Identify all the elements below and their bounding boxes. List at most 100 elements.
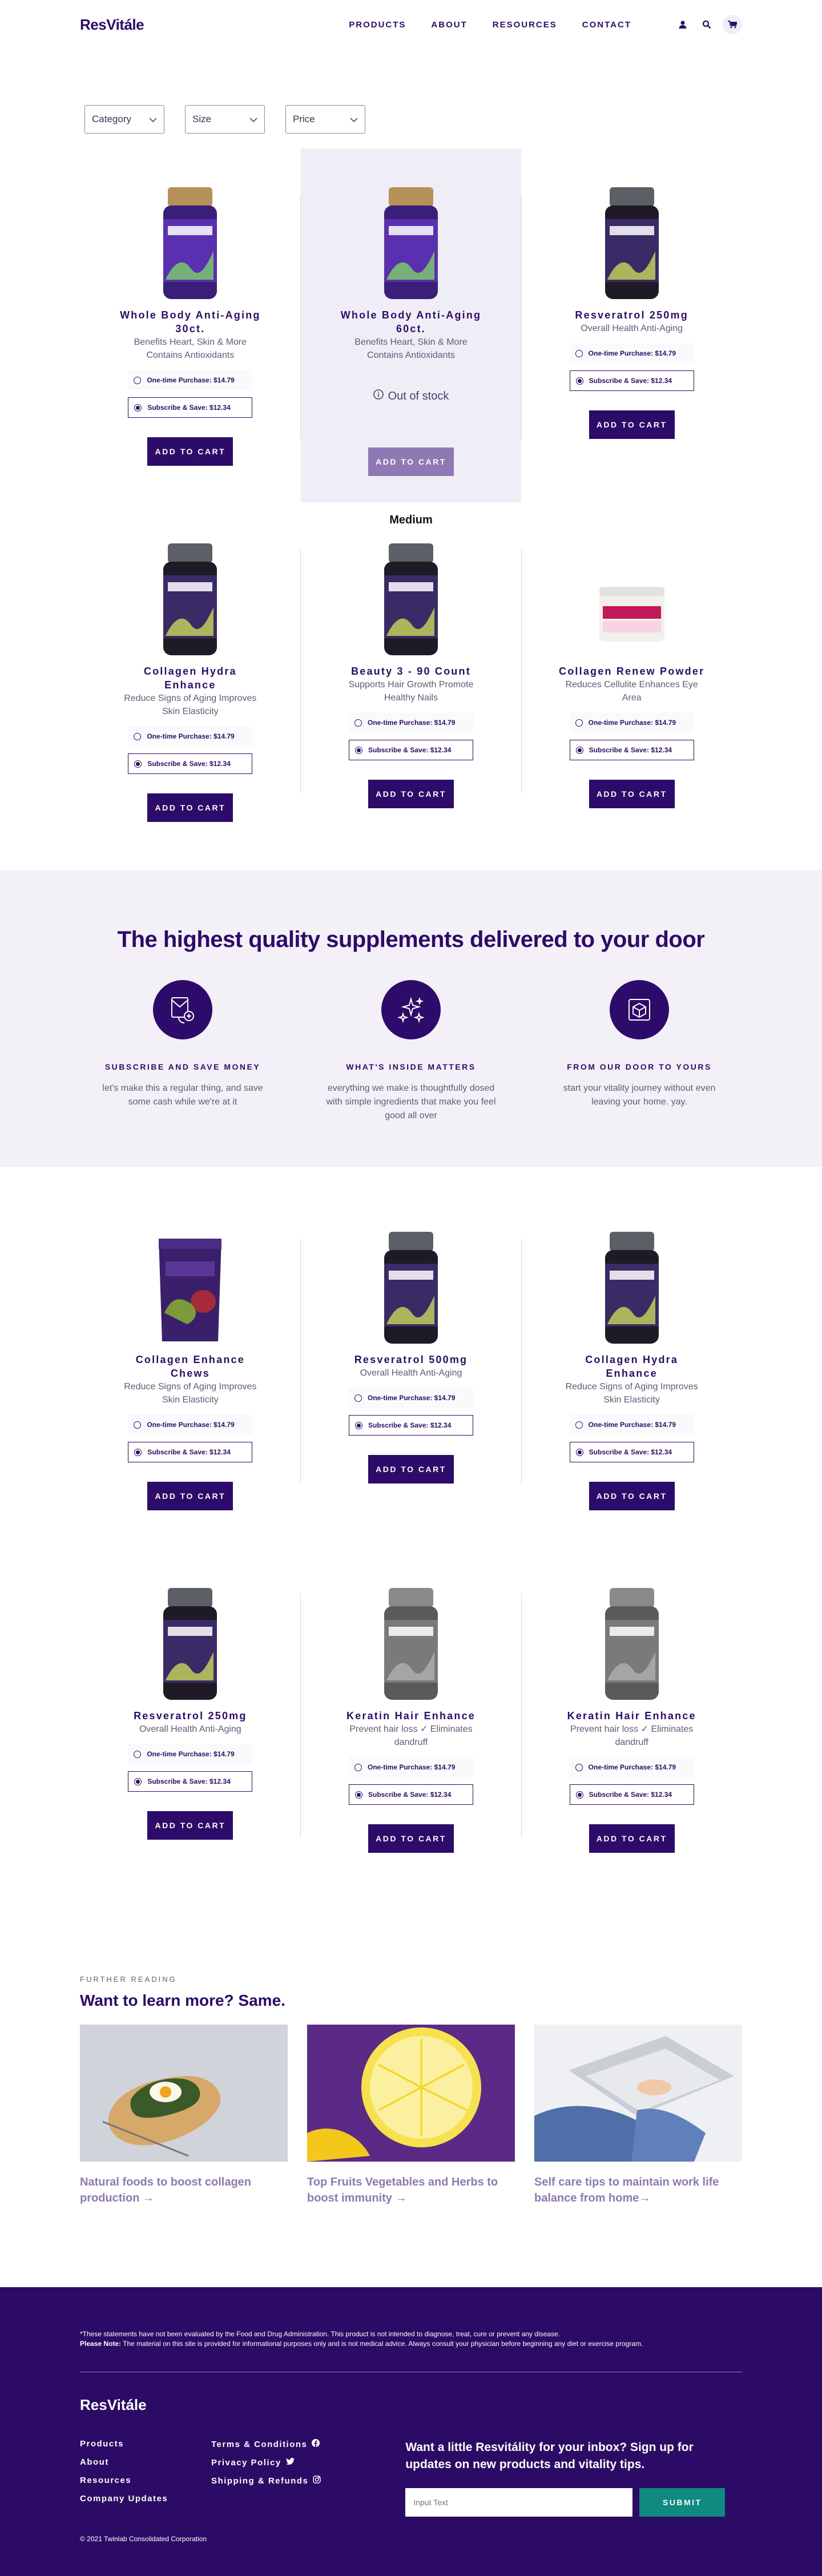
nav-resources[interactable]: RESOURCES	[493, 20, 557, 30]
product-name[interactable]: Collagen Enhance Chews	[116, 1353, 264, 1380]
add-to-cart-button[interactable]: ADD TO CART	[589, 410, 675, 439]
footer-link-privacy[interactable]: Privacy Policy	[211, 2457, 321, 2468]
product-image[interactable]	[595, 539, 669, 659]
subscribe-save-option[interactable]: Subscribe & Save: $12.34	[569, 1442, 694, 1462]
price-select[interactable]: Price	[285, 105, 365, 134]
radio-icon[interactable]	[575, 1421, 583, 1429]
product-image[interactable]	[595, 183, 669, 303]
product-name[interactable]: Collagen Hydra Enhance	[116, 664, 264, 692]
account-icon[interactable]	[675, 17, 691, 33]
site-logo[interactable]: ResVitále	[80, 16, 144, 34]
radio-selected-icon[interactable]	[134, 404, 142, 412]
product-name[interactable]: Collagen Renew Powder	[559, 664, 704, 678]
footer-link-shipping[interactable]: Shipping & Refunds	[211, 2476, 321, 2486]
one-time-purchase-option[interactable]: One-time Purchase: $14.79	[569, 712, 694, 733]
radio-selected-icon[interactable]	[134, 1777, 142, 1785]
radio-icon[interactable]	[134, 732, 142, 740]
one-time-purchase-option[interactable]: One-time Purchase: $14.79	[569, 1414, 694, 1435]
radio-selected-icon[interactable]	[575, 746, 583, 754]
product-image[interactable]	[595, 1227, 669, 1347]
subscribe-save-option[interactable]: Subscribe & Save: $12.34	[348, 740, 473, 760]
add-to-cart-button[interactable]: ADD TO CART	[147, 1811, 233, 1840]
product-name[interactable]: Keratin Hair Enhance	[567, 1709, 696, 1723]
subscribe-save-option[interactable]: Subscribe & Save: $12.34	[569, 740, 694, 760]
radio-selected-icon[interactable]	[134, 1448, 142, 1456]
facebook-icon[interactable]	[312, 2439, 320, 2449]
article-title[interactable]: Natural foods to boost collagen producti…	[80, 2174, 288, 2206]
radio-icon[interactable]	[575, 349, 583, 357]
product-image[interactable]	[374, 1227, 448, 1347]
product-image[interactable]	[374, 183, 448, 303]
cart-icon[interactable]	[723, 15, 742, 34]
lemon-image[interactable]	[307, 2025, 515, 2162]
product-image[interactable]	[374, 539, 448, 659]
subscribe-save-option[interactable]: Subscribe & Save: $12.34	[128, 1771, 253, 1792]
product-image[interactable]	[153, 539, 227, 659]
add-to-cart-button[interactable]: ADD TO CART	[368, 1824, 454, 1853]
laptop-image[interactable]	[534, 2025, 742, 2162]
one-time-purchase-option[interactable]: One-time Purchase: $14.79	[569, 343, 694, 364]
product-image[interactable]	[153, 1583, 227, 1703]
product-image[interactable]	[153, 183, 227, 303]
article-title[interactable]: Self care tips to maintain work life bal…	[534, 2174, 742, 2206]
newsletter-email-input[interactable]	[405, 2488, 633, 2517]
add-to-cart-button[interactable]: ADD TO CART	[147, 437, 233, 466]
add-to-cart-button[interactable]: ADD TO CART	[368, 1455, 454, 1483]
footer-link-about[interactable]: About	[80, 2457, 211, 2468]
radio-selected-icon[interactable]	[575, 1791, 583, 1799]
footer-link-company-updates[interactable]: Company Updates	[80, 2494, 211, 2504]
radio-selected-icon[interactable]	[134, 760, 142, 768]
nav-contact[interactable]: CONTACT	[582, 20, 631, 30]
product-name[interactable]: Resveratrol 500mg	[354, 1353, 468, 1366]
product-image[interactable]	[374, 1583, 448, 1703]
product-name[interactable]: Keratin Hair Enhance	[346, 1709, 476, 1723]
submit-button[interactable]: SUBMIT	[639, 2488, 726, 2517]
category-select[interactable]: Category	[84, 105, 164, 134]
subscribe-save-option[interactable]: Subscribe & Save: $12.34	[348, 1415, 473, 1436]
radio-icon[interactable]	[354, 719, 362, 727]
add-to-cart-button[interactable]: ADD TO CART	[589, 1482, 675, 1510]
product-name[interactable]: Resveratrol 250mg	[134, 1709, 247, 1723]
article-title[interactable]: Top Fruits Vegetables and Herbs to boost…	[307, 2174, 515, 2206]
nav-about[interactable]: ABOUT	[431, 20, 467, 30]
one-time-purchase-option[interactable]: One-time Purchase: $14.79	[348, 1388, 473, 1408]
article-card[interactable]: Top Fruits Vegetables and Herbs to boost…	[307, 2025, 515, 2206]
add-to-cart-button[interactable]: ADD TO CART	[368, 448, 454, 476]
subscribe-save-option[interactable]: Subscribe & Save: $12.34	[128, 753, 253, 774]
subscribe-save-option[interactable]: Subscribe & Save: $12.34	[569, 1784, 694, 1805]
radio-icon[interactable]	[134, 376, 142, 384]
one-time-purchase-option[interactable]: One-time Purchase: $14.79	[128, 1414, 253, 1435]
footer-link-products[interactable]: Products	[80, 2439, 211, 2449]
radio-icon[interactable]	[134, 1750, 142, 1758]
radio-icon[interactable]	[354, 1763, 362, 1771]
one-time-purchase-option[interactable]: One-time Purchase: $14.79	[348, 1757, 473, 1777]
radio-icon[interactable]	[575, 719, 583, 727]
footer-link-resources[interactable]: Resources	[80, 2476, 211, 2486]
add-to-cart-button[interactable]: ADD TO CART	[147, 793, 233, 822]
product-name[interactable]: Whole Body Anti-Aging 60ct.	[337, 308, 485, 336]
article-card[interactable]: Self care tips to maintain work life bal…	[534, 2025, 742, 2206]
product-name[interactable]: Beauty 3 - 90 Count	[351, 664, 471, 678]
instagram-icon[interactable]	[313, 2476, 321, 2486]
twitter-icon[interactable]	[285, 2457, 295, 2468]
product-image[interactable]	[595, 1583, 669, 1703]
one-time-purchase-option[interactable]: One-time Purchase: $14.79	[569, 1757, 694, 1777]
footer-logo[interactable]: ResVitále	[80, 2396, 742, 2414]
subscribe-save-option[interactable]: Subscribe & Save: $12.34	[128, 1442, 253, 1462]
radio-selected-icon[interactable]	[354, 746, 362, 754]
add-to-cart-button[interactable]: ADD TO CART	[147, 1482, 233, 1510]
subscribe-save-option[interactable]: Subscribe & Save: $12.34	[348, 1784, 473, 1805]
product-image[interactable]	[153, 1227, 227, 1347]
radio-selected-icon[interactable]	[354, 1421, 362, 1429]
subscribe-save-option[interactable]: Subscribe & Save: $12.34	[128, 397, 253, 418]
search-icon[interactable]	[699, 17, 715, 33]
subscribe-save-option[interactable]: Subscribe & Save: $12.34	[569, 370, 694, 391]
one-time-purchase-option[interactable]: One-time Purchase: $14.79	[128, 726, 253, 747]
radio-icon[interactable]	[134, 1421, 142, 1429]
one-time-purchase-option[interactable]: One-time Purchase: $14.79	[128, 1744, 253, 1764]
product-name[interactable]: Resveratrol 250mg	[575, 308, 688, 322]
footer-link-terms[interactable]: Terms & Conditions	[211, 2439, 321, 2449]
radio-icon[interactable]	[354, 1394, 362, 1402]
one-time-purchase-option[interactable]: One-time Purchase: $14.79	[128, 370, 253, 390]
toast-image[interactable]	[80, 2025, 288, 2162]
